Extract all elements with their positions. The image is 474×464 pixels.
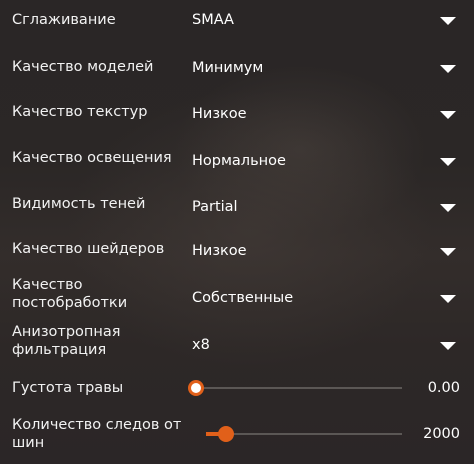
tire-tracks-slider[interactable] <box>206 424 402 444</box>
shader-quality-label: Качество шейдеров <box>12 241 165 257</box>
setting-row-lighting-quality: Качество освещения Нормальное <box>0 141 474 181</box>
antialiasing-label: Сглаживание <box>12 12 116 28</box>
shadow-visibility-dropdown[interactable]: Partial <box>186 192 462 222</box>
grass-density-value: 0.00 <box>427 380 460 396</box>
setting-row-antialiasing: Сглаживание SMAA <box>0 0 474 40</box>
setting-row-grass-density: Густота травы 0.00 <box>0 376 474 402</box>
texture-quality-dropdown[interactable]: Низкое <box>186 99 462 129</box>
anisotropic-filtering-value: x8 <box>192 337 210 353</box>
chevron-down-icon <box>440 111 456 119</box>
shader-quality-value: Низкое <box>192 243 247 259</box>
shadow-visibility-value: Partial <box>192 199 238 215</box>
setting-row-texture-quality: Качество текстур Низкое <box>0 95 474 135</box>
anisotropic-filtering-dropdown[interactable]: x8 <box>186 330 462 360</box>
chevron-down-icon <box>440 342 456 350</box>
slider-track <box>196 387 402 389</box>
anisotropic-filtering-label: Анизотропная фильтрация <box>12 324 121 358</box>
slider-thumb[interactable] <box>188 380 204 396</box>
slider-thumb[interactable] <box>217 426 234 442</box>
tire-tracks-label: Количество следов от шин <box>12 417 182 451</box>
texture-quality-label: Качество текстур <box>12 104 148 120</box>
chevron-down-icon <box>440 295 456 303</box>
lighting-quality-dropdown[interactable]: Нормальное <box>186 146 462 176</box>
grass-density-label: Густота травы <box>12 380 124 396</box>
shader-quality-dropdown[interactable]: Низкое <box>186 236 462 266</box>
lighting-quality-label: Качество освещения <box>12 150 172 166</box>
postprocessing-quality-value: Собственные <box>192 290 294 306</box>
setting-row-tire-tracks: Количество следов от шин 2000 <box>0 412 474 456</box>
graphics-settings-panel: Сглаживание SMAA Качество моделей Миниму… <box>0 0 474 464</box>
chevron-down-icon <box>440 17 456 25</box>
tire-tracks-value: 2000 <box>423 426 460 442</box>
postprocessing-quality-label: Качество постобработки <box>12 277 128 311</box>
setting-row-shadow-visibility: Видимость теней Partial <box>0 187 474 227</box>
chevron-down-icon <box>440 65 456 73</box>
postprocessing-quality-dropdown[interactable]: Собственные <box>186 283 462 313</box>
setting-row-shader-quality: Качество шейдеров Низкое <box>0 233 474 273</box>
model-quality-value: Минимум <box>192 60 264 76</box>
setting-row-postprocessing-quality: Качество постобработки Собственные <box>0 276 474 320</box>
setting-row-model-quality: Качество моделей Минимум <box>0 48 474 88</box>
chevron-down-icon <box>440 248 456 256</box>
texture-quality-value: Низкое <box>192 106 247 122</box>
antialiasing-value: SMAA <box>192 12 234 28</box>
model-quality-dropdown[interactable]: Минимум <box>186 53 462 83</box>
chevron-down-icon <box>440 204 456 212</box>
slider-track <box>206 433 402 435</box>
grass-density-slider[interactable] <box>188 378 402 398</box>
shadow-visibility-label: Видимость теней <box>12 196 146 212</box>
setting-row-anisotropic-filtering: Анизотропная фильтрация x8 <box>0 322 474 366</box>
model-quality-label: Качество моделей <box>12 59 154 75</box>
lighting-quality-value: Нормальное <box>192 153 286 169</box>
chevron-down-icon <box>440 158 456 166</box>
antialiasing-dropdown[interactable]: SMAA <box>186 5 462 35</box>
